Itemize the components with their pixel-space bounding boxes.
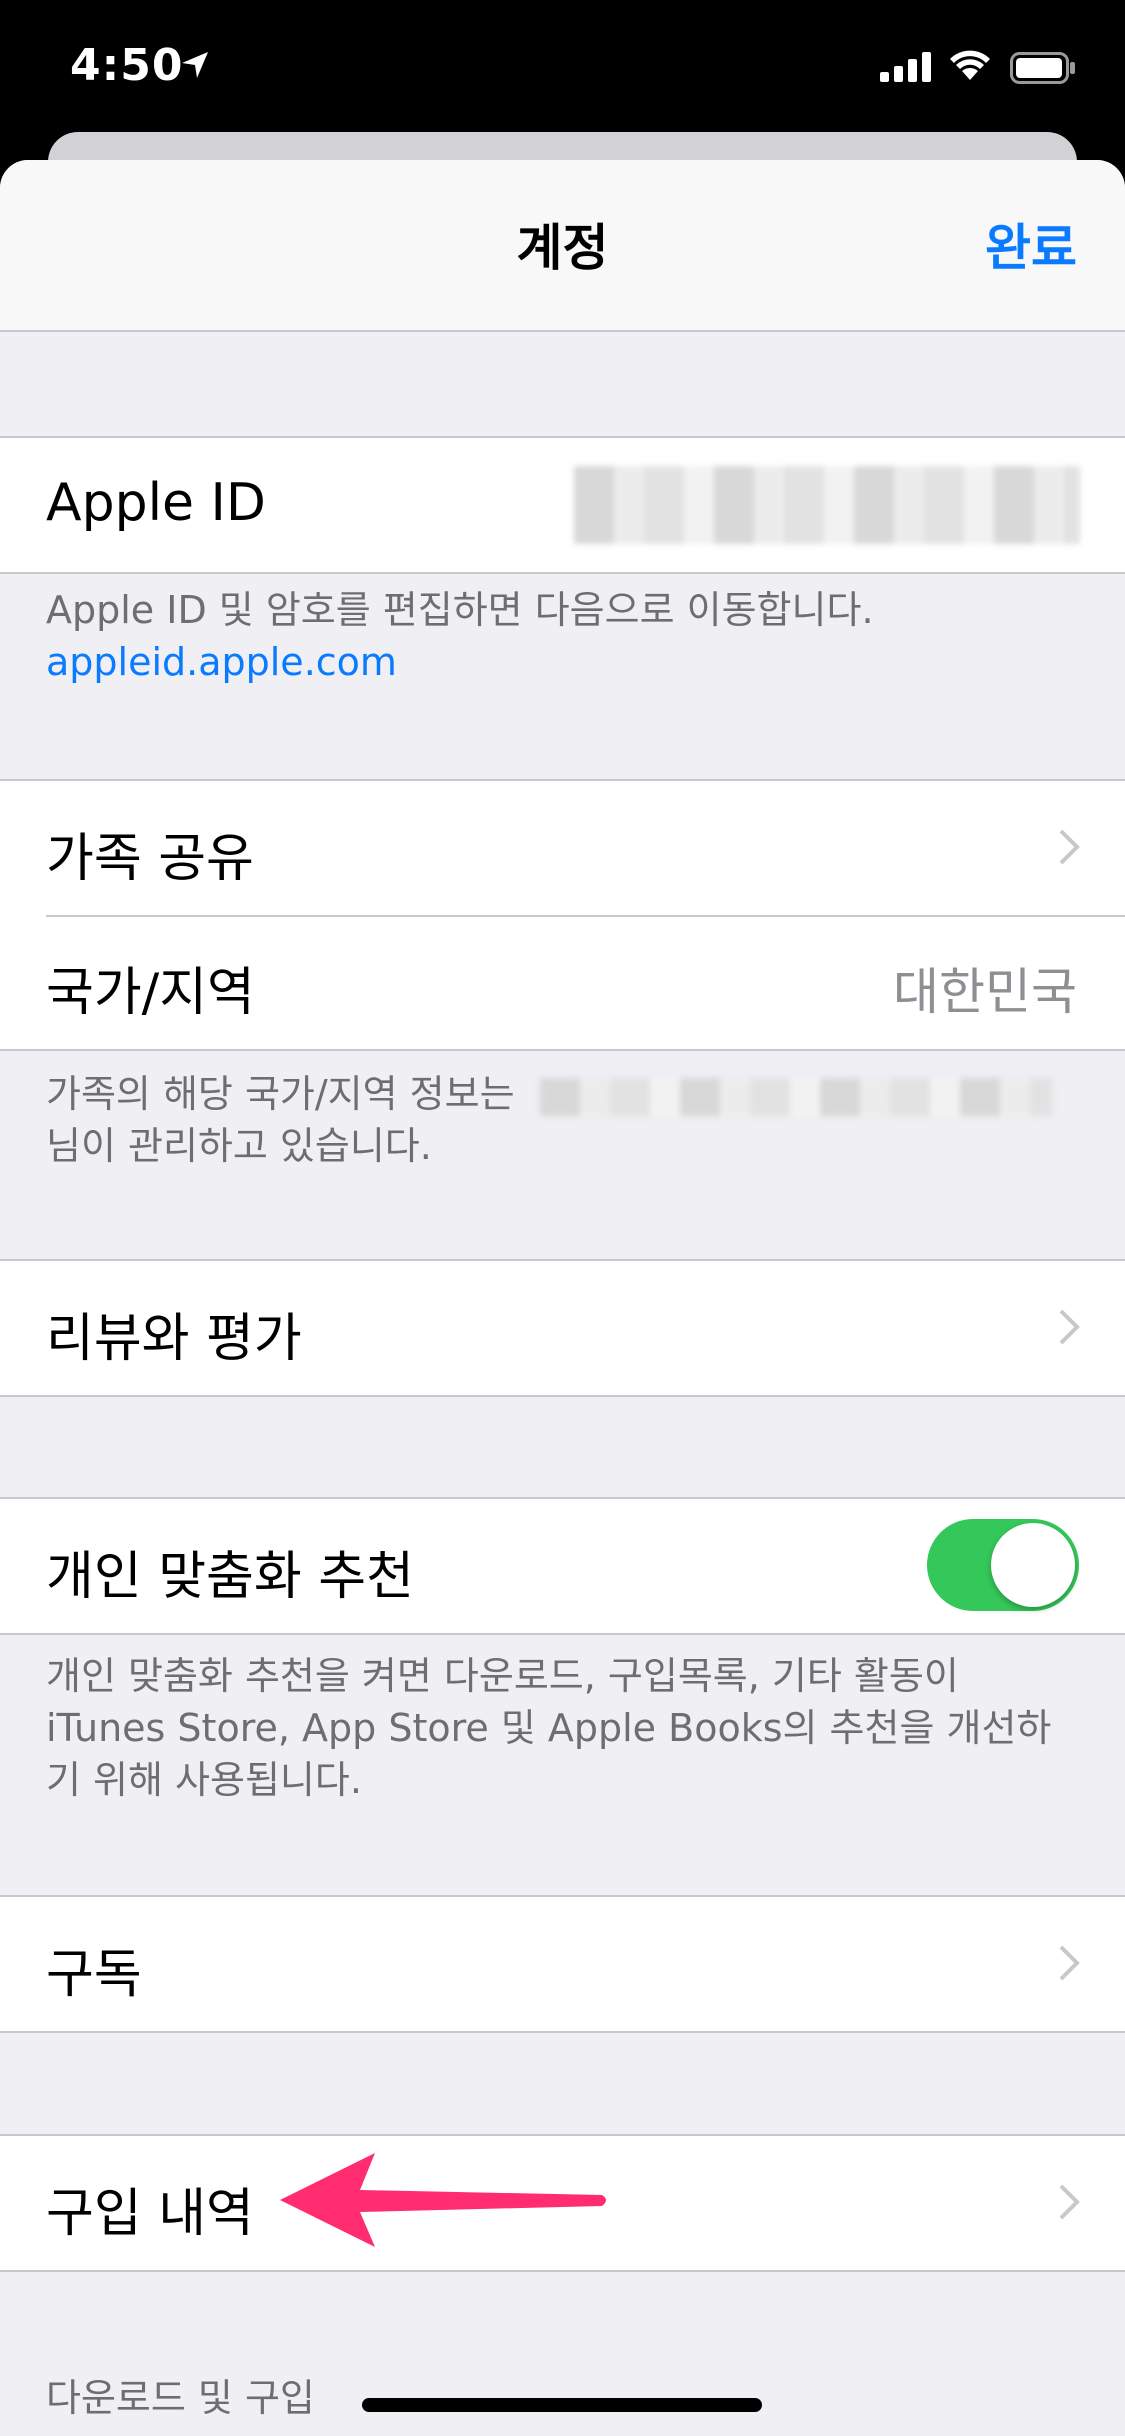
family-sharing-label: 가족 공유 [46,829,254,889]
family-sharing-row[interactable]: 가족 공유 [0,781,1125,915]
reviews-row[interactable]: 리뷰와 평가 [0,1261,1125,1395]
subscriptions-row[interactable]: 구독 [0,1897,1125,2031]
chevron-right-icon [1059,2184,1080,2220]
purchase-history-label: 구입 내역 [46,2184,254,2244]
apple-id-footer: Apple ID 및 암호를 편집하면 다음으로 이동합니다. appleid.… [46,584,1066,688]
reviews-label: 리뷰와 평가 [46,1309,302,1369]
account-sheet: 계정 완료 Apple ID Apple ID 및 암호를 편집하면 다음으로 … [0,160,1125,2436]
redacted-family-organizer [540,1078,1052,1116]
wifi-icon [950,50,990,80]
page-title: 계정 [516,219,609,277]
personalized-footer: 개인 맞춤화 추천을 켜면 다운로드, 구입목록, 기타 활동이 iTunes … [46,1654,1052,1802]
redacted-apple-id [574,466,1080,544]
personalized-group: 개인 맞춤화 추천 [0,1497,1125,1635]
navigation-bar: 계정 완료 [0,160,1125,332]
family-group: 가족 공유 국가/지역 대한민국 [0,779,1125,1051]
cellular-signal-icon [880,52,931,82]
family-footer-prefix: 가족의 해당 국가/지역 정보는 [46,1072,515,1116]
subscriptions-group: 구독 [0,1895,1125,2033]
region-value: 대한민국 [893,963,1077,1021]
chevron-right-icon [1059,1945,1080,1981]
apple-id-group: Apple ID [0,436,1125,574]
apple-id-row[interactable]: Apple ID [0,438,1125,572]
chevron-right-icon [1059,1309,1080,1345]
battery-icon [1010,52,1075,84]
home-indicator [362,2398,762,2412]
personalized-toggle[interactable] [927,1519,1079,1611]
location-arrow-icon [182,52,208,78]
status-time: 4:50 [70,40,184,91]
apple-id-footer-text: Apple ID 및 암호를 편집하면 다음으로 이동합니다. [46,588,874,632]
family-footer-line1: 가족의 해당 국가/지역 정보는 [46,1068,1066,1120]
region-row[interactable]: 국가/지역 대한민국 [0,915,1125,1049]
family-footer: 가족의 해당 국가/지역 정보는 님이 관리하고 있습니다. [46,1068,1066,1172]
chevron-right-icon [1059,829,1080,865]
apple-id-label: Apple ID [46,473,266,533]
reviews-group: 리뷰와 평가 [0,1259,1125,1397]
status-bar: 4:50 [0,0,1125,130]
done-button[interactable]: 완료 [985,208,1077,280]
family-footer-suffix: 님이 관리하고 있습니다. [46,1124,432,1168]
region-label: 국가/지역 [46,963,255,1023]
annotation-arrow-icon [280,2153,606,2247]
personalized-label: 개인 맞춤화 추천 [46,1547,414,1607]
subscriptions-label: 구독 [46,1945,142,2005]
appleid-link[interactable]: appleid.apple.com [46,636,1066,688]
toggle-knob [991,1523,1075,1607]
personalized-row: 개인 맞춤화 추천 [0,1499,1125,1633]
